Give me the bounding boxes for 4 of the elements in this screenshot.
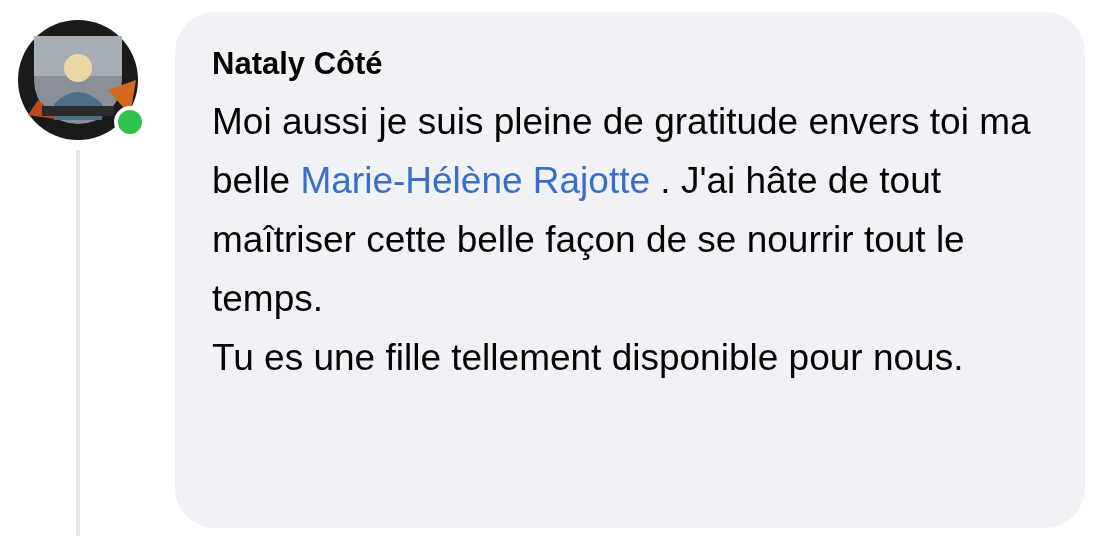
mention-link[interactable]: Marie-Hélène Rajotte [300, 160, 651, 201]
author-name[interactable]: Nataly Côté [212, 42, 383, 86]
comment-text: Tu es une fille tellement disponible pour nous. [212, 336, 965, 380]
comment-text: Moi aussi je suis pleine de gratitude envers toi ma belle Marie-Hélène Rajotte . J'ai hâte de tout maîtriser cette belle façon de se nourrir tout le temps. [212, 100, 1032, 321]
